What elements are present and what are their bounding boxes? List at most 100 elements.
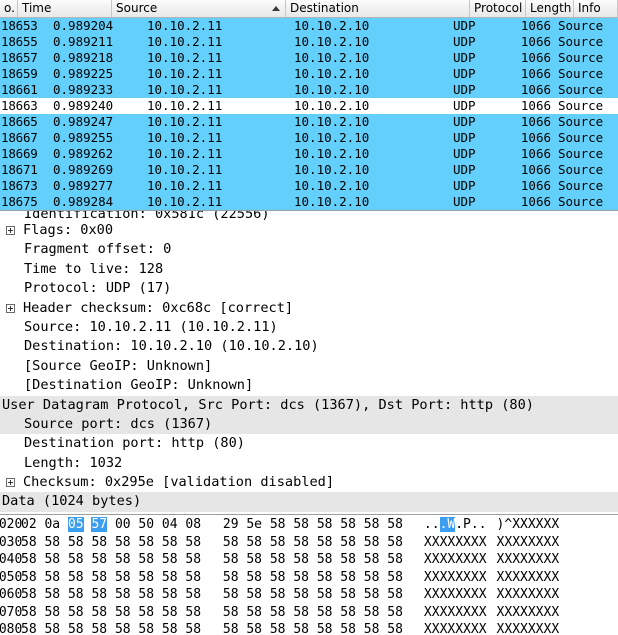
detail-tree-item[interactable]: Destination: 10.10.2.10 (10.10.2.10) [0, 337, 618, 356]
packet-info: Source [558, 34, 604, 49]
detail-tree-item[interactable]: Protocol: UDP (17) [0, 279, 618, 298]
packet-protocol: UDP [453, 162, 476, 177]
hex-byte: 58 [21, 569, 37, 585]
hex-byte: 05 [67, 517, 84, 532]
packet-no: 18671 [1, 162, 38, 177]
packet-time: 0.989262 [53, 146, 114, 161]
hex-dump-row[interactable]: 004058 58 58 58 58 58 58 58 58 58 58 58 … [0, 551, 618, 569]
packet-list-row[interactable]: 18653 0.989204 10.10.2.11 10.10.2.10 UDP 1066… [0, 18, 618, 34]
column-header-source[interactable]: Source [112, 0, 286, 17]
column-header-length[interactable]: Length [526, 0, 574, 17]
hex-dump-row[interactable]: 002002 0a 05 57 00 50 04 08 29 5e 58 58 … [0, 516, 618, 534]
hex-byte: 58 [21, 604, 37, 620]
detail-tree-item[interactable]: Source port: dcs (1367) [0, 414, 618, 435]
column-header-time[interactable]: Time [18, 0, 112, 17]
hex-offset: 0030 [0, 534, 23, 550]
packet-source: 10.10.2.11 [147, 146, 223, 161]
hex-dump-row[interactable]: 006058 58 58 58 58 58 58 58 58 58 58 58 … [0, 586, 618, 604]
packet-source: 10.10.2.11 [147, 130, 223, 145]
hex-byte: 58 [340, 569, 356, 585]
hex-byte: 58 [363, 517, 380, 532]
hex-byte: 58 [363, 552, 380, 567]
detail-tree-item[interactable]: Time to live: 128 [0, 260, 618, 279]
detail-tree-item[interactable]: User Datagram Protocol, Src Port: dcs (1… [0, 395, 618, 415]
detail-tree-item[interactable]: Length: 1032 [0, 454, 618, 473]
detail-tree-item[interactable]: Data (1024 bytes) [0, 492, 618, 512]
hex-byte: 58 [114, 604, 131, 620]
hex-byte: 58 [246, 569, 263, 585]
hex-byte: 58 [161, 587, 178, 602]
detail-tree-item[interactable]: Destination port: http (80) [0, 434, 618, 453]
hex-byte: 58 [185, 622, 202, 635]
packet-list-row[interactable]: 18673 0.989277 10.10.2.11 10.10.2.10 UDP 1066… [0, 178, 618, 194]
packet-list-row[interactable]: 18667 0.989255 10.10.2.11 10.10.2.10 UDP 1066… [0, 130, 618, 146]
hex-dump-row[interactable]: 007058 58 58 58 58 58 58 58 58 58 58 58 … [0, 604, 618, 622]
packet-no: 18653 [1, 18, 38, 33]
packet-protocol: UDP [453, 130, 476, 145]
hex-byte: 58 [246, 552, 263, 567]
hex-byte: 58 [185, 587, 202, 602]
packet-list-row[interactable]: 18655 0.989211 10.10.2.11 10.10.2.10 UDP 1066… [0, 34, 618, 50]
detail-tree-item[interactable]: Checksum: 0x295e [validation disabled] [0, 473, 618, 492]
hex-byte: 58 [185, 604, 202, 620]
hex-byte: 58 [316, 622, 333, 635]
packet-list-row[interactable]: 18675 0.989284 10.10.2.11 10.10.2.10 UDP 1066… [0, 194, 618, 210]
column-header-protocol[interactable]: Protocol [470, 0, 526, 17]
packet-list-row[interactable]: 18669 0.989262 10.10.2.11 10.10.2.10 UDP 1066… [0, 146, 618, 162]
hex-byte: 58 [316, 587, 333, 602]
packet-protocol: UDP [453, 114, 476, 129]
hex-dump-row[interactable]: 005058 58 58 58 58 58 58 58 58 58 58 58 … [0, 569, 618, 587]
hex-byte: 58 [21, 552, 37, 567]
hex-byte: 58 [293, 622, 309, 635]
packet-list-row[interactable]: 18661 0.989233 10.10.2.11 10.10.2.10 UDP 1066… [0, 82, 618, 98]
detail-tree-item[interactable]: [Destination GeoIP: Unknown] [0, 376, 618, 395]
hex-byte: 58 [269, 552, 286, 567]
detail-tree-item[interactable]: Identification: 0x581c (22556) [0, 211, 618, 221]
hex-dump-row[interactable]: 008058 58 58 58 58 58 58 58 58 58 58 58 … [0, 621, 618, 635]
packet-list-row[interactable]: 18659 0.989225 10.10.2.11 10.10.2.10 UDP 1066… [0, 66, 618, 82]
packet-list-rows[interactable]: 18653 0.989204 10.10.2.11 10.10.2.10 UDP 1066… [0, 18, 618, 210]
packet-list-row[interactable]: 18657 0.989218 10.10.2.11 10.10.2.10 UDP 1066… [0, 50, 618, 66]
detail-tree-item[interactable]: Fragment offset: 0 [0, 240, 618, 259]
packet-bytes-pane[interactable]: 002002 0a 05 57 00 50 04 08 29 5e 58 58 … [0, 515, 618, 635]
detail-tree-item[interactable]: Header checksum: 0xc68c [correct] [0, 299, 618, 318]
packet-list-pane[interactable]: o. Time Source Destination Protocol Leng… [0, 0, 618, 211]
packet-list-row[interactable]: 18665 0.989247 10.10.2.11 10.10.2.10 UDP 1066… [0, 114, 618, 130]
hex-byte: 58 [340, 604, 356, 620]
hex-byte: 58 [21, 622, 37, 635]
packet-destination: 10.10.2.10 [294, 98, 370, 113]
detail-tree-item[interactable]: Source: 10.10.2.11 (10.10.2.11) [0, 318, 618, 337]
detail-tree-label: Data (1024 bytes) [2, 493, 142, 510]
hex-offset: 0020 [0, 517, 23, 532]
hex-byte: 58 [91, 587, 108, 602]
column-header-info[interactable]: Info [574, 0, 618, 17]
packet-protocol: UDP [453, 194, 476, 209]
hex-byte: 58 [316, 604, 333, 620]
hex-byte: 58 [340, 517, 356, 532]
packet-info: Source [558, 18, 604, 33]
packet-list-row[interactable]: 18663 0.989240 10.10.2.11 10.10.2.10 UDP 1066… [0, 98, 618, 114]
packet-protocol: UDP [453, 66, 476, 81]
expand-plus-icon[interactable] [6, 478, 15, 488]
column-header-no[interactable]: o. [0, 0, 18, 17]
hex-byte: 58 [185, 552, 202, 567]
packet-no: 18663 [1, 98, 38, 113]
packet-time: 0.989225 [53, 66, 114, 81]
expand-plus-icon[interactable] [6, 226, 15, 236]
packet-destination: 10.10.2.10 [294, 82, 370, 97]
hex-ascii: XXXXXXXX XXXXXXXX [423, 622, 560, 635]
packet-list-row[interactable]: 18671 0.989269 10.10.2.11 10.10.2.10 UDP 1066… [0, 162, 618, 178]
hex-byte: 58 [293, 569, 309, 585]
hex-byte: 58 [138, 622, 155, 635]
detail-tree-item[interactable]: [Source GeoIP: Unknown] [0, 357, 618, 376]
column-header-destination[interactable]: Destination [286, 0, 470, 17]
detail-tree-item[interactable]: Flags: 0x00 [0, 221, 618, 240]
packet-length: 1066 [520, 146, 551, 161]
hex-byte: 58 [246, 622, 263, 635]
packet-list-header[interactable]: o. Time Source Destination Protocol Leng… [0, 0, 618, 18]
packet-info: Source [558, 66, 604, 81]
expand-plus-icon[interactable] [6, 303, 15, 313]
hex-dump-row[interactable]: 003058 58 58 58 58 58 58 58 58 58 58 58 … [0, 534, 618, 552]
packet-detail-pane[interactable]: Identification: 0x581c (22556) Flags: 0x0… [0, 211, 618, 515]
hex-byte: 58 [387, 517, 403, 532]
